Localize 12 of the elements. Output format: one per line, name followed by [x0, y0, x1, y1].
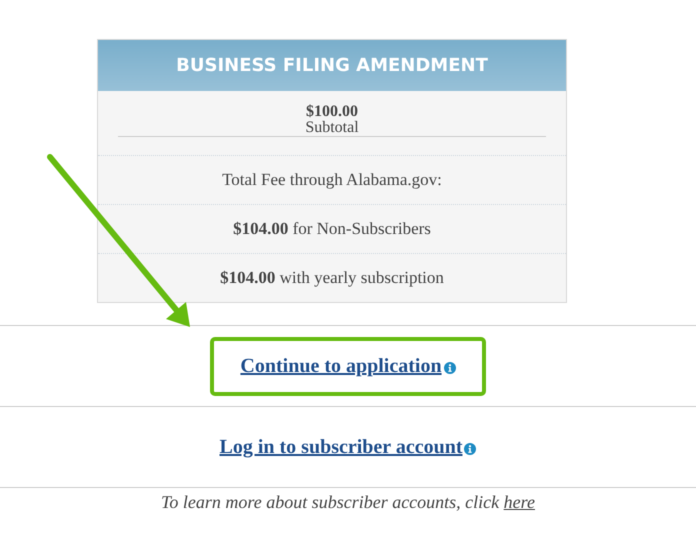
- fee-text: Total Fee through Alabama.gov:: [222, 170, 442, 190]
- fee-text: $104.00 with yearly subscription: [220, 268, 444, 288]
- card-title: BUSINESS FILING AMENDMENT: [98, 40, 566, 91]
- here-link[interactable]: here: [504, 492, 535, 512]
- subtotal-label: Subtotal: [304, 120, 360, 136]
- subtotal-amount: $100.00: [305, 104, 359, 120]
- info-icon[interactable]: [464, 443, 476, 455]
- footer-text: To learn more about subscriber accounts, click: [161, 492, 500, 512]
- action-link[interactable]: Continue to application: [240, 354, 442, 378]
- action-link[interactable]: Log in to subscriber account: [220, 436, 462, 458]
- fee-text: $104.00 for Non-Subscribers: [233, 219, 431, 239]
- info-icon[interactable]: [444, 362, 456, 374]
